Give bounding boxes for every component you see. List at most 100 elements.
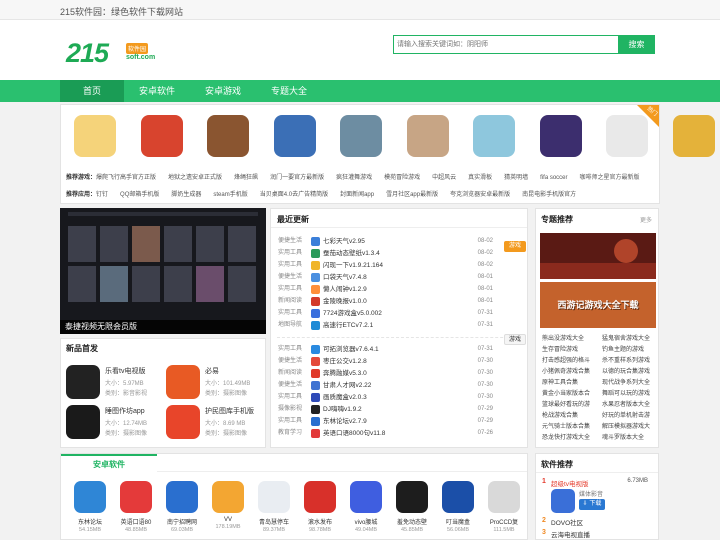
- row-category[interactable]: 便捷生活: [278, 236, 302, 247]
- row-app-name[interactable]: 口袋天气v7.4.8: [323, 272, 367, 283]
- new-release-item[interactable]: 必易 大小：101.49MB 类别：摄影图像: [161, 365, 259, 405]
- row-app-name[interactable]: 枣庄公交v1.2.8: [323, 356, 367, 367]
- featured-app-icon[interactable]: [406, 115, 449, 157]
- recent-row[interactable]: 实用工具 闪现一下v1.9.21.164 08-02: [278, 260, 493, 271]
- rec-game-link[interactable]: 真实滑板: [468, 175, 492, 181]
- rec-top-name[interactable]: 超级tv电视版: [551, 478, 589, 488]
- rec-app-link[interactable]: QQ邮箱手机版: [120, 192, 159, 198]
- app-icon[interactable]: [350, 481, 382, 513]
- topic-link[interactable]: 魂斗罗版本大全: [602, 432, 662, 442]
- rec-game-link[interactable]: 烽绳狂飙: [234, 175, 258, 181]
- row-app-name[interactable]: 七彩天气v2.95: [323, 236, 365, 247]
- app-icon[interactable]: [442, 481, 474, 513]
- game-tag-2[interactable]: 游戏: [504, 334, 526, 345]
- app-icon[interactable]: [166, 481, 198, 513]
- app-name[interactable]: 南宁招聘网: [159, 517, 205, 526]
- nav-topics[interactable]: 专题大全: [256, 80, 322, 102]
- row-category[interactable]: 实用工具: [278, 416, 302, 427]
- row-app-name[interactable]: 画质魔盒v2.0.3: [323, 392, 367, 403]
- tab-android-software[interactable]: 安卓软件: [61, 454, 157, 472]
- app-icon[interactable]: [74, 481, 106, 513]
- rec-app-link[interactable]: 夸克浏览器安卓最新版: [450, 192, 510, 198]
- app-icon[interactable]: [258, 481, 290, 513]
- new-release-item[interactable]: 护民图库手机版 大小：8.69 MB 类别：摄影图像: [161, 405, 259, 445]
- featured-app-icon[interactable]: [340, 115, 382, 157]
- new-release-item[interactable]: 乐看tv电视版 大小：5.97MB 类别：影音影视: [61, 365, 159, 405]
- row-app-name[interactable]: 英语口语8000句v11.8: [323, 428, 385, 439]
- row-app-name[interactable]: DJ嗨嗨v1.9.2: [323, 404, 362, 415]
- game-tag-1[interactable]: 游戏: [504, 241, 526, 252]
- rec-game-link[interactable]: 疯狂灌舞游戏: [336, 175, 372, 181]
- recent-row[interactable]: 实用工具 蚕茄动态壁纸v1.3.4 08-02: [278, 248, 493, 259]
- recent-row[interactable]: 实用工具 懒人闹钟v1.2.9 08-01: [278, 284, 493, 295]
- row-category[interactable]: 实用工具: [278, 284, 302, 295]
- featured-app-icon[interactable]: [74, 115, 116, 157]
- topic-link[interactable]: 生存冒险游戏: [542, 344, 602, 354]
- recent-row[interactable]: 摄像影视 DJ嗨嗨v1.9.2 07-29: [278, 404, 493, 415]
- row-category[interactable]: 实用工具: [278, 344, 302, 355]
- featured-app-icon[interactable]: [273, 115, 316, 157]
- rec-app-name[interactable]: DOVO社区: [551, 517, 583, 527]
- row-category[interactable]: 摄像影视: [278, 404, 302, 415]
- featured-app-icon[interactable]: [140, 115, 183, 157]
- rec-game-link[interactable]: 模苑冒险游戏: [384, 175, 420, 181]
- app-icon[interactable]: [212, 481, 244, 513]
- row-category[interactable]: 实用工具: [278, 308, 302, 319]
- app-icon[interactable]: [66, 365, 100, 399]
- topic-link[interactable]: 解压模拟器游戏大: [602, 421, 662, 431]
- row-category[interactable]: 便捷生活: [278, 356, 302, 367]
- nav-android-games[interactable]: 安卓游戏: [190, 80, 256, 102]
- app-icon[interactable]: [166, 405, 200, 439]
- app-name[interactable]: 护民图库手机版: [205, 406, 254, 416]
- topic-link[interactable]: 篮球最好看玩的游: [542, 399, 602, 409]
- app-icon[interactable]: [396, 481, 428, 513]
- rec-game-link[interactable]: 爆爬飞行高手官方正版: [96, 175, 156, 181]
- topic-link[interactable]: 舞蹈可以玩的游戏: [602, 388, 662, 398]
- row-category[interactable]: 教育学习: [278, 428, 302, 439]
- recent-row[interactable]: 实用工具 东林论坛v2.7.9 07-29: [278, 416, 493, 427]
- topic-link[interactable]: 钓鱼主题的游戏: [602, 344, 662, 354]
- topic-link[interactable]: 熊出没游戏大全: [542, 333, 602, 343]
- row-category[interactable]: 新闻阅读: [278, 296, 302, 307]
- topic-link[interactable]: 现代战争系列大全: [602, 377, 662, 387]
- rec-top-icon[interactable]: [551, 489, 575, 513]
- row-app-name[interactable]: 懒人闹钟v1.2.9: [323, 284, 367, 295]
- recent-row[interactable]: 便捷生活 甘肃人才网v2.22 07-30: [278, 380, 493, 391]
- search-button[interactable]: 搜索: [618, 35, 655, 54]
- app-name[interactable]: ProCCD复: [481, 517, 527, 526]
- topic-link[interactable]: 杀不重样系列游戏: [602, 355, 662, 365]
- topic-link[interactable]: 恐龙快打游戏大全: [542, 432, 602, 442]
- recent-row[interactable]: 便捷生活 七彩天气v2.95 08-02: [278, 236, 493, 247]
- featured-app-icon[interactable]: [539, 115, 582, 157]
- promo-banner[interactable]: 泰捷视频无限会员版: [60, 208, 266, 334]
- search-input[interactable]: [394, 36, 620, 53]
- recent-row[interactable]: 新闻阅读 奔腾融媒v5.3.0 07-30: [278, 368, 493, 379]
- app-icon[interactable]: [488, 481, 520, 513]
- recent-row[interactable]: 便捷生活 枣庄公交v1.2.8 07-30: [278, 356, 493, 367]
- topic-link[interactable]: 原神工具合集: [542, 377, 602, 387]
- row-category[interactable]: 便捷生活: [278, 380, 302, 391]
- app-name[interactable]: 滚水发布: [297, 517, 343, 526]
- recent-row[interactable]: 实用工具 可拓浏览器v7.6.4.1 07-31: [278, 344, 493, 355]
- featured-app-icon[interactable]: [473, 115, 515, 157]
- android-app-item[interactable]: ProCCD复 111.5MB: [481, 481, 527, 540]
- nav-home[interactable]: 首页: [60, 80, 124, 102]
- topic-link[interactable]: 枪战游戏合集: [542, 410, 602, 420]
- app-name[interactable]: 必易: [205, 366, 219, 376]
- app-icon[interactable]: [304, 481, 336, 513]
- rec-game-link[interactable]: 猜英明墙: [504, 175, 528, 181]
- android-app-item[interactable]: 滚水发布 98.78MB: [297, 481, 343, 540]
- topics-more-link[interactable]: 更多: [640, 215, 652, 224]
- featured-app-icon[interactable]: [672, 115, 715, 157]
- rec-game-link[interactable]: 中超风云: [432, 175, 456, 181]
- app-icon[interactable]: [66, 405, 100, 439]
- rec-app-link[interactable]: 当贝桌面4.0去广告精简版: [260, 192, 328, 198]
- row-app-name[interactable]: 7724游戏盒v5.0.002: [323, 308, 382, 319]
- recent-row[interactable]: 实用工具 画质魔盒v2.0.3 07-30: [278, 392, 493, 403]
- rec-app-link[interactable]: 封面新闻app: [340, 192, 374, 198]
- app-icon[interactable]: [166, 365, 200, 399]
- app-icon[interactable]: [120, 481, 152, 513]
- row-category[interactable]: 新闻阅读: [278, 368, 302, 379]
- android-app-item[interactable]: 东林论坛 54.15MB: [67, 481, 113, 540]
- app-name[interactable]: 羞免动态壁: [389, 517, 435, 526]
